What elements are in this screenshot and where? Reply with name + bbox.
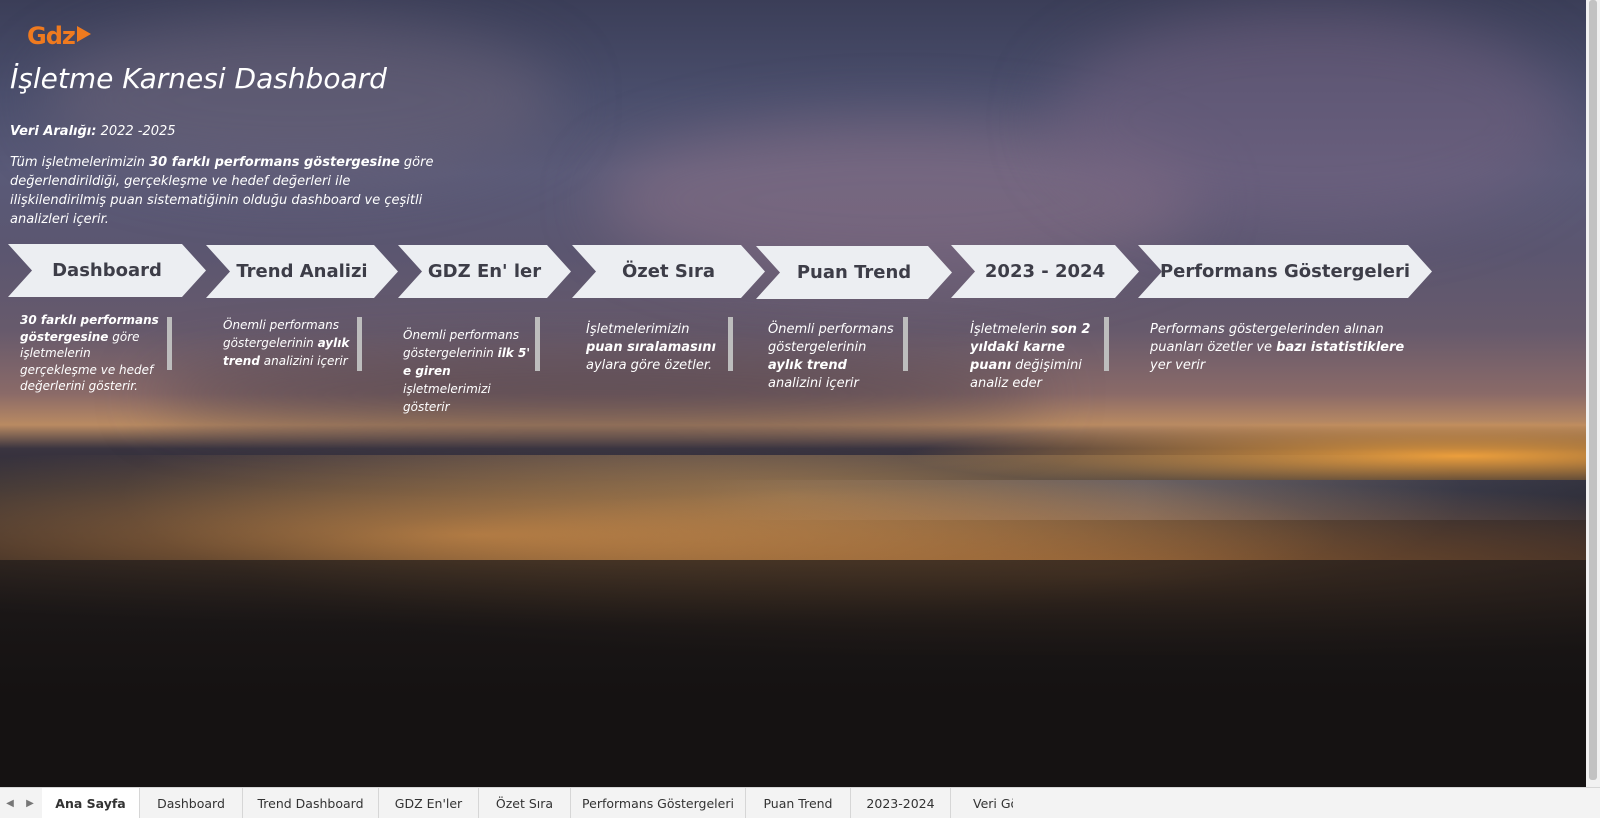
tab-label: Veri Gö: [973, 795, 1013, 811]
sheet-tab-ozet-sira[interactable]: Özet Sıra: [479, 788, 571, 818]
note-text: analizini içerir: [768, 376, 859, 391]
tab-label: 2023-2024: [866, 795, 935, 811]
divider-bar: [357, 317, 362, 371]
data-range-value: 2022 -2025: [96, 124, 176, 139]
note-text: işletmelerimizi gösterir: [403, 382, 491, 414]
sheet-tab-puan-trend[interactable]: Puan Trend: [746, 788, 851, 818]
note-bold: bazı istatistiklere: [1276, 340, 1405, 355]
note-bold: aylık trend: [768, 358, 847, 373]
nav-button-label: GDZ En' ler: [427, 261, 542, 282]
page-title: İşletme Karnesi Dashboard: [10, 62, 387, 95]
note-2023-2024: İşletmelerin son 2 yıldaki karne puanı d…: [970, 321, 1095, 393]
divider-bar: [903, 317, 908, 371]
tab-label: GDZ En'ler: [394, 795, 463, 811]
scrollbar-thumb[interactable]: [1589, 0, 1597, 780]
tab-scroll-left-icon[interactable]: ◀: [0, 788, 20, 818]
data-range: Veri Aralığı: 2022 -2025: [10, 124, 176, 139]
nav-button-trend-analizi[interactable]: Trend Analizi: [206, 245, 398, 298]
nav-button-performans-gostergeleri[interactable]: Performans Göstergeleri: [1138, 245, 1432, 298]
sheet-tab-ana-sayfa[interactable]: Ana Sayfa: [42, 788, 140, 818]
tab-label: Trend Dashboard: [257, 795, 364, 811]
note-text: aylara göre özetler.: [586, 358, 713, 373]
tab-label: Performans Göstergeleri: [582, 795, 734, 811]
sheet-tab-gdz-enler[interactable]: GDZ En'ler: [379, 788, 479, 818]
sheet-tab-bar: ◀ ▶ Ana Sayfa Dashboard Trend Dashboard …: [0, 787, 1600, 818]
nav-button-2023-2024[interactable]: 2023 - 2024: [951, 245, 1139, 298]
desc-text-1: Tüm işletmelerimizin: [10, 155, 150, 170]
tab-label: Ana Sayfa: [55, 795, 126, 811]
divider-bar: [1104, 317, 1109, 371]
nav-button-label: Trend Analizi: [236, 261, 368, 282]
nav-button-label: Dashboard: [52, 260, 162, 281]
note-gdz-enler: Önemli performans göstergelerinin ilk 5'…: [403, 326, 538, 416]
nav-button-gdz-enler[interactable]: GDZ En' ler: [398, 245, 571, 298]
nav-button-puan-trend[interactable]: Puan Trend: [756, 246, 952, 299]
divider-bar: [728, 317, 733, 371]
sheet-tab-dashboard[interactable]: Dashboard: [140, 788, 243, 818]
background-city-night-image: [0, 0, 1586, 787]
note-text: İşletmelerin: [970, 322, 1051, 337]
sheet-tab-trend-dashboard[interactable]: Trend Dashboard: [243, 788, 379, 818]
note-text: yer verir: [1150, 358, 1206, 373]
note-text: Önemli performans göstergelerinin: [768, 322, 894, 355]
note-puan-trend: Önemli performans göstergelerinin aylık …: [768, 321, 903, 393]
note-dashboard: 30 farklı performans göstergesine göre i…: [20, 312, 168, 395]
logo-mark-icon: [76, 26, 91, 42]
sheet-tab-veri[interactable]: Veri Gö: [951, 788, 1013, 818]
vertical-scrollbar[interactable]: [1586, 0, 1600, 787]
divider-bar: [535, 317, 540, 371]
note-text: İşletmelerimizin: [586, 322, 690, 337]
divider-bar: [167, 317, 172, 370]
sheet-tab-performans-gostergeleri[interactable]: Performans Göstergeleri: [571, 788, 746, 818]
gdz-logo: Gdz: [27, 22, 91, 50]
logo-text: Gdz: [27, 22, 76, 50]
nav-button-label: Performans Göstergeleri: [1159, 261, 1411, 282]
note-bold: puan sıralamasını: [586, 340, 716, 355]
tab-label: Özet Sıra: [495, 795, 554, 811]
tab-label: Dashboard: [157, 795, 225, 811]
nav-button-label: 2023 - 2024: [984, 261, 1106, 282]
sheet-tab-2023-2024[interactable]: 2023-2024: [851, 788, 951, 818]
nav-button-ozet-sira[interactable]: Özet Sıra: [572, 245, 765, 298]
dashboard-description: Tüm işletmelerimizin 30 farklı performan…: [10, 153, 440, 229]
note-text: analizini içerir: [259, 354, 348, 368]
data-range-label: Veri Aralığı:: [10, 124, 97, 139]
nav-button-label: Puan Trend: [796, 262, 912, 283]
tab-label: Puan Trend: [763, 795, 833, 811]
note-ozet-sira: İşletmelerimizin puan sıralamasını aylar…: [586, 321, 726, 375]
nav-button-dashboard[interactable]: Dashboard: [8, 244, 206, 297]
note-performans-gostergeleri: Performans göstergelerinden alınan puanl…: [1150, 321, 1420, 375]
tab-scroll-right-icon[interactable]: ▶: [20, 788, 40, 818]
desc-bold: 30 farklı performans göstergesine: [149, 155, 400, 170]
nav-button-label: Özet Sıra: [621, 261, 715, 282]
note-trend-analizi: Önemli performans göstergelerinin aylık …: [223, 316, 363, 370]
